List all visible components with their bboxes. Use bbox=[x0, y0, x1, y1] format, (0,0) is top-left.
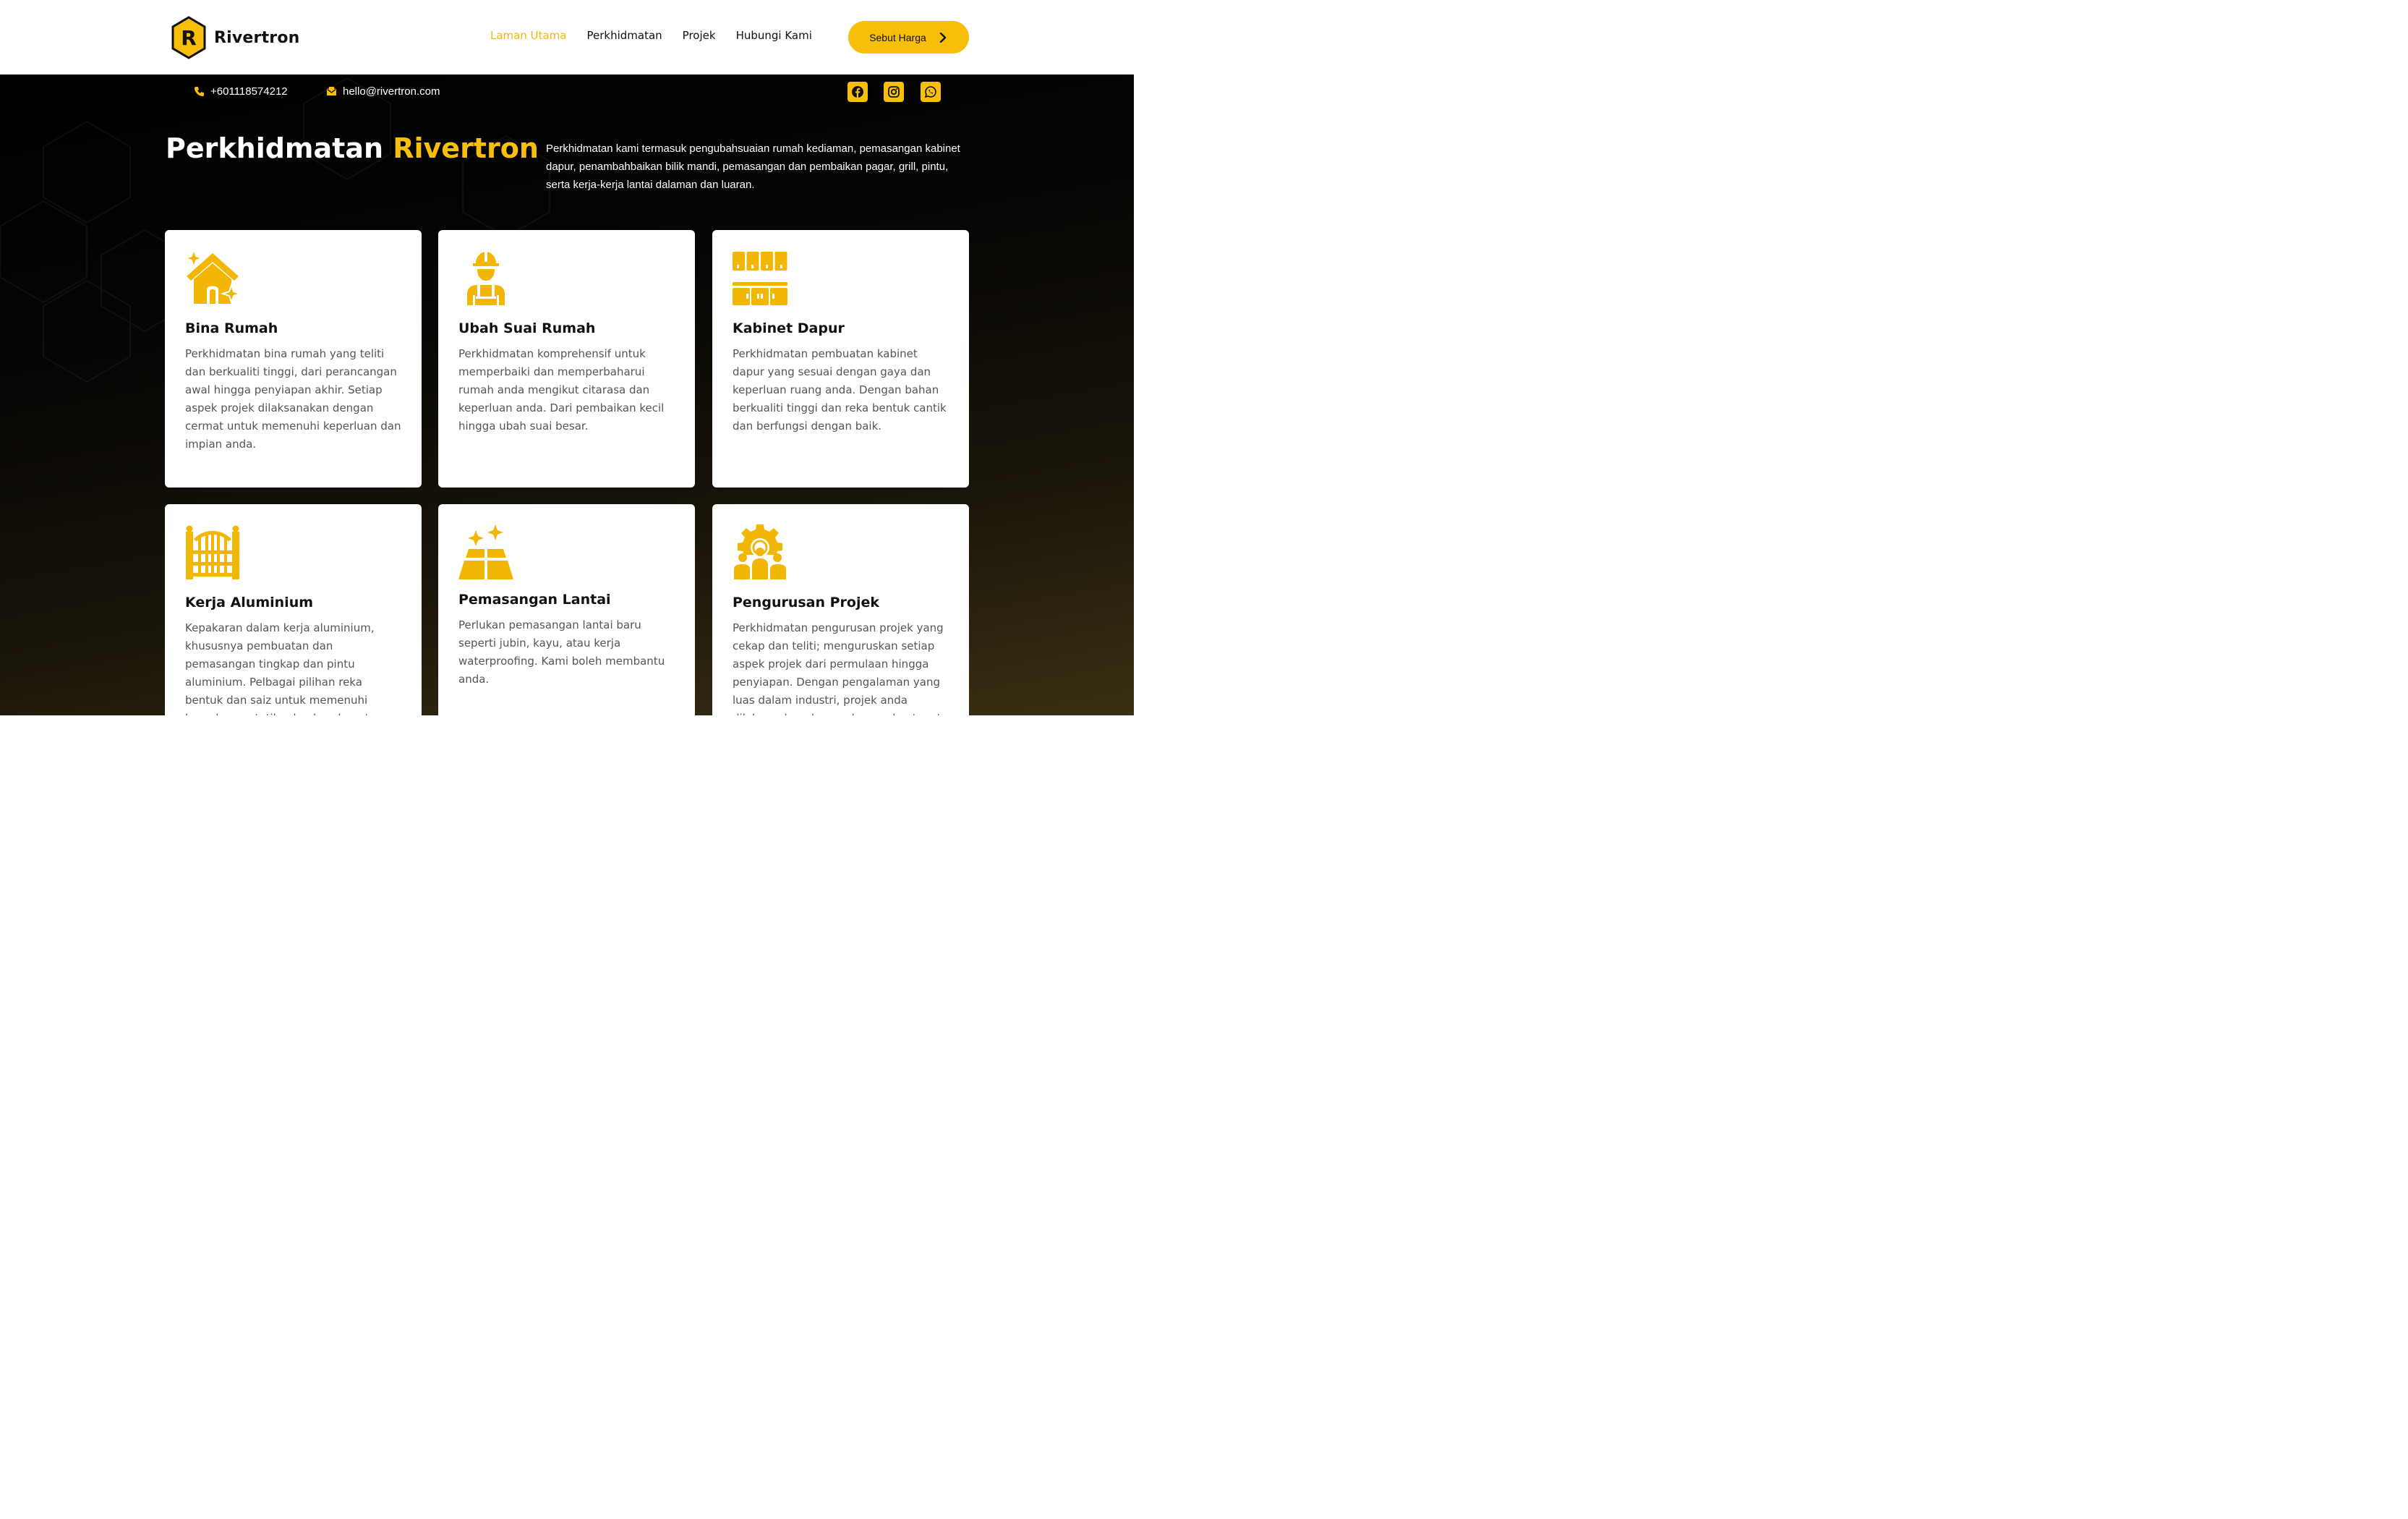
service-description: Perkhidmatan bina rumah yang teliti dan … bbox=[185, 347, 401, 451]
brand-name: Rivertron bbox=[214, 28, 300, 47]
worker-icon bbox=[467, 252, 505, 305]
phone-icon bbox=[194, 86, 205, 97]
service-card-pemasangan-lantai[interactable]: Pemasangan Lantai Perlukan pemasangan la… bbox=[438, 504, 695, 715]
whatsapp-icon bbox=[924, 86, 936, 98]
service-title: Kabinet Dapur bbox=[733, 320, 845, 336]
chevron-right-icon bbox=[939, 32, 946, 43]
section-description: Perkhidmatan kami termasuk pengubahsuaia… bbox=[546, 142, 960, 191]
quote-button[interactable]: Sebut Harga bbox=[848, 21, 969, 54]
service-description: Kepakaran dalam kerja aluminium, khususn… bbox=[185, 621, 383, 715]
whatsapp-link[interactable] bbox=[921, 82, 941, 102]
section-title-main: Perkhidmatan bbox=[166, 132, 384, 164]
logo[interactable]: R Rivertron bbox=[171, 16, 300, 59]
nav-item-projek[interactable]: Projek bbox=[683, 29, 716, 42]
kitchen-cabinet-icon bbox=[733, 252, 787, 305]
main-nav: Laman Utama Perkhidmatan Projek Hubungi … bbox=[490, 29, 812, 42]
facebook-link[interactable] bbox=[848, 82, 868, 102]
instagram-icon bbox=[888, 86, 900, 98]
quote-button-label: Sebut Harga bbox=[869, 31, 926, 43]
section-title: Perkhidmatan Rivertron bbox=[166, 132, 539, 164]
nav-item-hubungi-kami[interactable]: Hubungi Kami bbox=[736, 29, 812, 42]
service-title: Ubah Suai Rumah bbox=[458, 320, 596, 336]
facebook-icon bbox=[852, 86, 863, 98]
service-description: Perlukan pemasangan lantai baru seperti … bbox=[458, 618, 665, 686]
service-card-bina-rumah[interactable]: Bina Rumah Perkhidmatan bina rumah yang … bbox=[165, 230, 422, 488]
service-card-ubah-suai-rumah[interactable]: Ubah Suai Rumah Perkhidmatan komprehensi… bbox=[438, 230, 695, 488]
house-sparkle-icon bbox=[187, 252, 243, 305]
services-section: +601118574212 hello@rivertron.com Perkhi… bbox=[0, 75, 1134, 715]
service-title: Bina Rumah bbox=[185, 320, 278, 336]
gear-team-icon bbox=[734, 524, 786, 579]
email-contact[interactable]: hello@rivertron.com bbox=[326, 85, 440, 98]
service-card-pengurusan-projek[interactable]: Pengurusan Projek Perkhidmatan pengurusa… bbox=[712, 504, 969, 715]
email-address: hello@rivertron.com bbox=[343, 85, 440, 98]
service-description: Perkhidmatan pembuatan kabinet dapur yan… bbox=[733, 347, 947, 433]
contact-bar: +601118574212 hello@rivertron.com bbox=[0, 82, 1134, 102]
logo-hexagon-icon: R bbox=[171, 16, 206, 59]
svg-text:R: R bbox=[181, 26, 197, 50]
service-title: Pengurusan Projek bbox=[733, 595, 880, 610]
service-card-kabinet-dapur[interactable]: Kabinet Dapur Perkhidmatan pembuatan kab… bbox=[712, 230, 969, 488]
service-description: Perkhidmatan pengurusan projek yang ceka… bbox=[733, 621, 944, 715]
instagram-link[interactable] bbox=[884, 82, 904, 102]
service-card-kerja-aluminium[interactable]: Kerja Aluminium Kepakaran dalam kerja al… bbox=[165, 504, 422, 715]
service-title: Kerja Aluminium bbox=[185, 595, 314, 610]
nav-item-laman-utama[interactable]: Laman Utama bbox=[490, 29, 566, 42]
gate-icon bbox=[186, 525, 239, 579]
service-description: Perkhidmatan komprehensif untuk memperba… bbox=[458, 347, 665, 433]
mail-icon bbox=[326, 86, 337, 96]
section-title-accent: Rivertron bbox=[393, 132, 539, 164]
site-header: R Rivertron Laman Utama Perkhidmatan Pro… bbox=[0, 0, 1134, 75]
phone-contact[interactable]: +601118574212 bbox=[194, 85, 288, 98]
floor-tiles-icon bbox=[458, 524, 513, 579]
nav-item-perkhidmatan[interactable]: Perkhidmatan bbox=[586, 29, 662, 42]
phone-number: +601118574212 bbox=[210, 85, 288, 98]
service-title: Pemasangan Lantai bbox=[458, 592, 611, 608]
